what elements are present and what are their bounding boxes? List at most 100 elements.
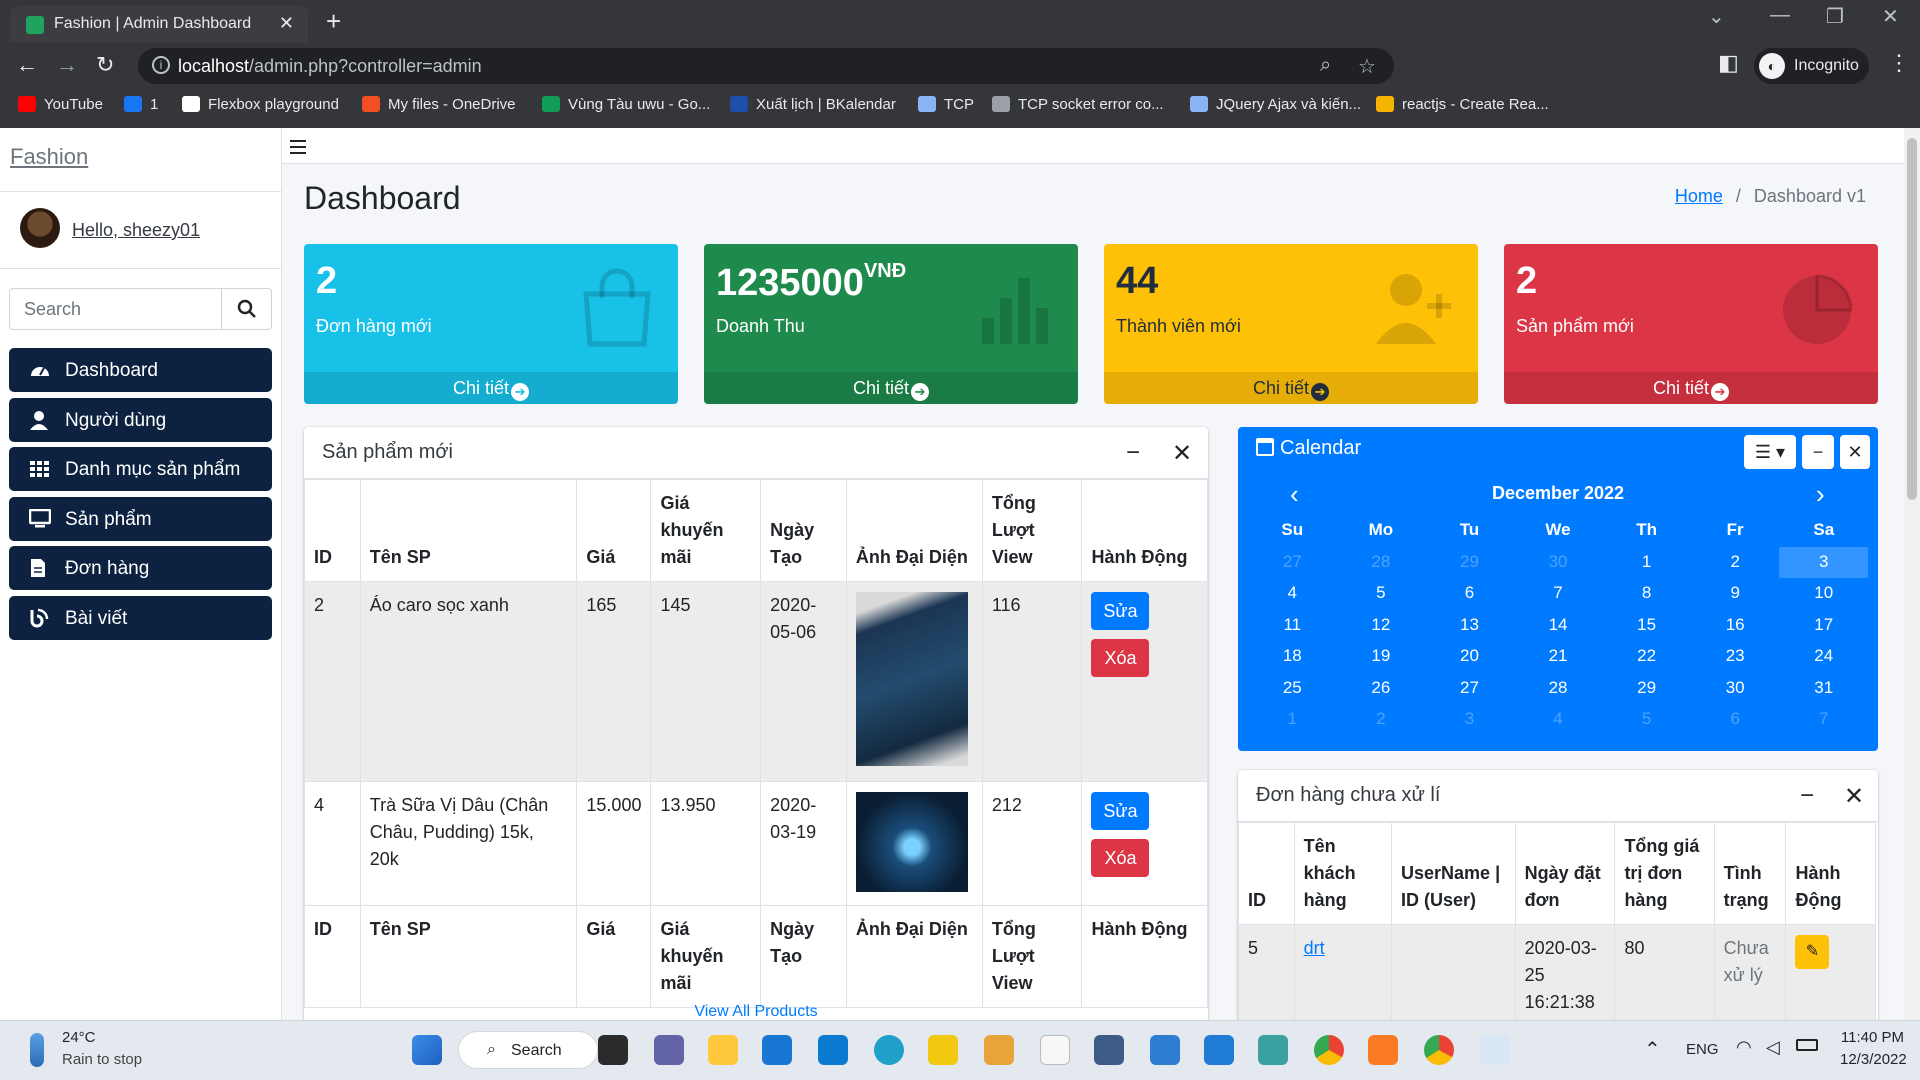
next-month-icon[interactable]: › bbox=[1816, 479, 1825, 510]
calendar-day[interactable]: 1 bbox=[1602, 547, 1691, 579]
calendar-day[interactable]: 12 bbox=[1337, 610, 1426, 642]
calendar-day[interactable]: 6 bbox=[1425, 578, 1514, 610]
bookmark-item[interactable]: YouTube bbox=[18, 96, 103, 118]
calendar-day[interactable]: 3 bbox=[1779, 546, 1869, 578]
back-icon[interactable]: ← bbox=[16, 52, 38, 78]
calendar-day[interactable]: 9 bbox=[1691, 578, 1780, 610]
collapse-icon[interactable]: − bbox=[1126, 439, 1140, 467]
powerbi-icon[interactable] bbox=[928, 1035, 958, 1065]
calendar-day[interactable]: 19 bbox=[1337, 641, 1426, 673]
file-explorer-icon[interactable] bbox=[708, 1035, 738, 1065]
table-row[interactable]: 2 Áo caro sọc xanh 165 145 2020-05-06 116 Sửa X… bbox=[304, 581, 1208, 782]
calendar-day[interactable]: 2 bbox=[1691, 547, 1780, 579]
new-tab-icon[interactable]: + bbox=[326, 6, 341, 37]
snipping-tool-icon[interactable] bbox=[1480, 1035, 1510, 1065]
close-card-icon[interactable]: ✕ bbox=[1172, 439, 1192, 468]
stat-details-link[interactable]: Chi tiết ➔ bbox=[704, 372, 1078, 404]
calendar-day[interactable]: 8 bbox=[1602, 578, 1691, 610]
calendar-day[interactable]: 5 bbox=[1602, 704, 1691, 736]
collapse-icon[interactable]: − bbox=[1802, 435, 1834, 469]
calendar-day[interactable]: 1 bbox=[1248, 704, 1337, 736]
mysql-icon[interactable] bbox=[1094, 1035, 1124, 1065]
sidebar-item-1[interactable]: Dashboard bbox=[9, 348, 272, 392]
close-tab-icon[interactable]: ✕ bbox=[279, 13, 294, 34]
calendar-day[interactable]: 29 bbox=[1602, 673, 1691, 705]
wifi-icon[interactable]: ◠ bbox=[1736, 1037, 1752, 1058]
zoom-icon[interactable]: ⌕ bbox=[1320, 54, 1331, 77]
product-thumbnail[interactable] bbox=[855, 792, 968, 892]
close-card-icon[interactable]: ✕ bbox=[1844, 782, 1864, 811]
xampp-icon[interactable] bbox=[1368, 1035, 1398, 1065]
view-all-link[interactable]: View All Products bbox=[304, 1003, 1208, 1020]
taskbar-search[interactable]: ⌕ Search bbox=[458, 1031, 598, 1069]
calendar-day[interactable]: 30 bbox=[1514, 547, 1603, 579]
calendar-day[interactable]: 28 bbox=[1337, 547, 1426, 579]
calendar-day[interactable]: 30 bbox=[1691, 673, 1780, 705]
calendar-day[interactable]: 25 bbox=[1248, 673, 1337, 705]
sidebar-item-5[interactable]: Đơn hàng bbox=[9, 546, 272, 590]
calendar-day[interactable]: 7 bbox=[1514, 578, 1603, 610]
bookmark-item[interactable]: TCP bbox=[918, 96, 974, 118]
chrome-incognito-icon[interactable] bbox=[1424, 1035, 1454, 1065]
avatar[interactable] bbox=[20, 208, 60, 248]
collapse-icon[interactable]: − bbox=[1800, 782, 1814, 810]
tab-search-icon[interactable]: ⌄ bbox=[1708, 4, 1725, 29]
calendar-day[interactable]: 4 bbox=[1248, 578, 1337, 610]
bookmark-item[interactable]: My files - OneDrive bbox=[362, 96, 516, 118]
bookmark-item[interactable]: 1 bbox=[124, 96, 158, 118]
sidebar-item-2[interactable]: Người dùng bbox=[9, 397, 272, 442]
lync-icon[interactable] bbox=[818, 1035, 848, 1065]
notepad-icon[interactable] bbox=[1040, 1035, 1070, 1065]
calendar-day[interactable]: 24 bbox=[1779, 641, 1868, 673]
calendar-day[interactable]: 23 bbox=[1691, 641, 1780, 673]
info-icon[interactable]: i bbox=[152, 56, 170, 74]
stat-details-link[interactable]: Chi tiết ➔ bbox=[304, 372, 678, 404]
bookmark-star-icon[interactable]: ☆ bbox=[1358, 54, 1376, 79]
calendar-day[interactable]: 21 bbox=[1514, 641, 1603, 673]
bookmark-item[interactable]: Flexbox playground bbox=[182, 96, 339, 118]
calendar-day[interactable]: 31 bbox=[1779, 673, 1868, 705]
calendar-day[interactable]: 3 bbox=[1425, 704, 1514, 736]
calendar-day[interactable]: 4 bbox=[1514, 704, 1603, 736]
volume-icon[interactable]: ◁ bbox=[1766, 1037, 1780, 1058]
calendar-day[interactable]: 2 bbox=[1337, 704, 1426, 736]
weather-desc[interactable]: Rain to stop bbox=[62, 1051, 142, 1068]
close-window-icon[interactable]: ✕ bbox=[1882, 4, 1899, 29]
clock-date[interactable]: 12/3/2022 bbox=[1840, 1051, 1907, 1068]
calendar-day[interactable]: 11 bbox=[1248, 610, 1337, 642]
calendar-day[interactable]: 10 bbox=[1779, 578, 1868, 610]
todo-icon[interactable] bbox=[1150, 1035, 1180, 1065]
app-icon[interactable] bbox=[984, 1035, 1014, 1065]
calendar-month[interactable]: December 2022 bbox=[1238, 483, 1878, 504]
bookmark-item[interactable]: Vùng Tàu uwu - Go... bbox=[542, 96, 710, 118]
address-bar[interactable]: i localhost/admin.php?controller=admin ⌕… bbox=[138, 48, 1394, 84]
calendar-day[interactable]: 14 bbox=[1514, 610, 1603, 642]
bookmark-item[interactable]: JQuery Ajax và kiến... bbox=[1190, 96, 1361, 118]
maximize-icon[interactable]: ❐ bbox=[1826, 4, 1844, 29]
customer-link[interactable]: drt bbox=[1304, 938, 1325, 958]
sidebar-item-6[interactable]: Bài viết bbox=[9, 595, 272, 640]
hamburger-icon[interactable] bbox=[290, 140, 306, 154]
scrollbar-thumb[interactable] bbox=[1907, 138, 1917, 500]
delete-button[interactable]: Xóa bbox=[1091, 839, 1150, 877]
weather-temp[interactable]: 24°C bbox=[62, 1029, 96, 1046]
stat-details-link[interactable]: Chi tiết ➔ bbox=[1104, 372, 1478, 404]
breadcrumb-home[interactable]: Home bbox=[1675, 186, 1723, 206]
forward-icon[interactable]: → bbox=[56, 52, 78, 78]
edit-button[interactable]: Sửa bbox=[1091, 592, 1150, 630]
calendar-day[interactable]: 29 bbox=[1425, 547, 1514, 579]
calendar-day[interactable]: 6 bbox=[1691, 704, 1780, 736]
calendar-day[interactable]: 27 bbox=[1425, 673, 1514, 705]
close-card-icon[interactable]: ✕ bbox=[1840, 435, 1870, 469]
calendar-day[interactable]: 16 bbox=[1691, 610, 1780, 642]
edge-icon[interactable] bbox=[874, 1035, 904, 1065]
bookmark-item[interactable]: reactjs - Create Rea... bbox=[1376, 96, 1549, 118]
browser-tab[interactable]: Fashion | Admin Dashboard ✕ bbox=[10, 6, 308, 42]
incognito-button[interactable]: ◐ Incognito bbox=[1754, 48, 1869, 84]
brand-link[interactable]: Fashion bbox=[10, 144, 88, 170]
chrome-icon[interactable] bbox=[1314, 1035, 1344, 1065]
calendar-day[interactable]: 17 bbox=[1779, 610, 1868, 642]
chevron-up-icon[interactable]: ⌃ bbox=[1644, 1037, 1661, 1062]
calendar-day[interactable]: 18 bbox=[1248, 641, 1337, 673]
delete-button[interactable]: Xóa bbox=[1091, 639, 1150, 677]
